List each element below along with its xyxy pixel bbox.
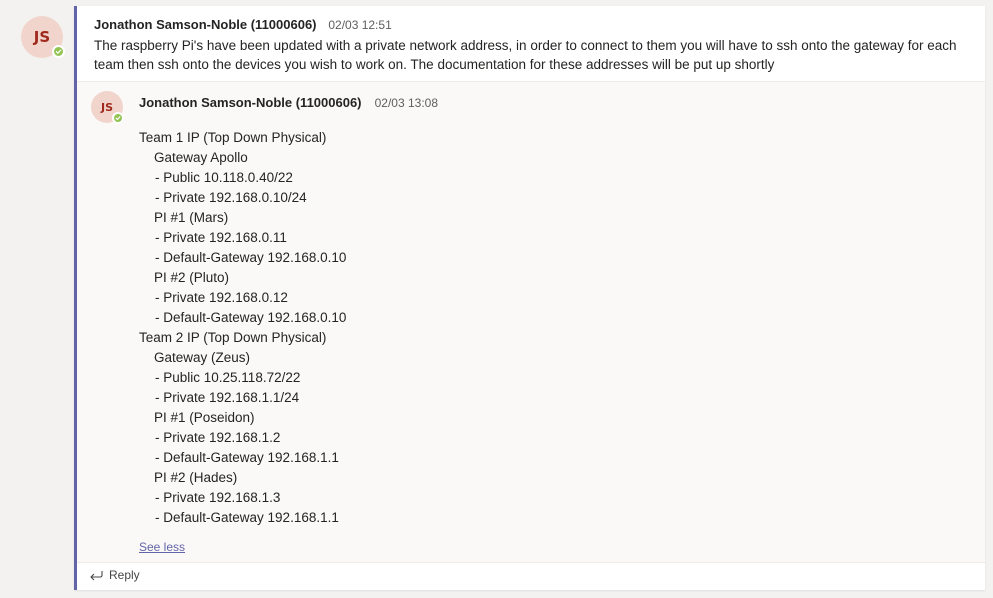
post-body: The raspberry Pi's have been updated wit… [94, 38, 957, 72]
reply-timestamp: 02/03 13:08 [374, 96, 439, 110]
reply-line: Gateway Apollo [154, 150, 248, 165]
reply-line: - Private 192.168.1.1/24 [155, 390, 300, 405]
reply-line: - Private 192.168.0.11 [155, 230, 287, 245]
reply-line: Team 2 IP (Top Down Physical) [139, 330, 327, 345]
reply-line: PI #2 (Pluto) [154, 270, 230, 285]
reply-line: - Private 192.168.0.12 [155, 290, 288, 305]
avatar-initials: JS [100, 100, 113, 114]
reply-line: - Private 192.168.1.3 [155, 490, 281, 505]
reply-author[interactable]: Jonathon Samson-Noble (11000606) [139, 95, 362, 110]
reply-body: Team 1 IP (Top Down Physical) Gateway Ap… [139, 128, 346, 528]
reply-button[interactable]: Reply [89, 568, 140, 582]
teams-channel-view: JS Jonathon Samson-Noble (11000606) 02/0… [0, 0, 993, 598]
post-timestamp: 02/03 12:51 [328, 18, 392, 32]
see-less-link[interactable]: See less [139, 540, 185, 554]
reply-line: Team 1 IP (Top Down Physical) [139, 130, 327, 145]
avatar-initials: JS [33, 28, 51, 46]
reply-bar: Reply [77, 562, 985, 590]
reply-line: PI #1 (Mars) [154, 210, 229, 225]
presence-available-icon [52, 45, 65, 58]
reply-message: Jonathon Samson-Noble (11000606) 02/03 1… [77, 81, 985, 562]
reply-line: PI #1 (Poseidon) [154, 410, 255, 425]
reply-arrow-icon [89, 569, 103, 581]
reply-line: - Public 10.118.0.40/22 [155, 170, 293, 185]
reply-line: - Default-Gateway 192.168.1.1 [155, 450, 339, 465]
reply-line: - Default-Gateway 192.168.1.1 [155, 510, 339, 525]
presence-available-icon [112, 112, 124, 124]
reply-label: Reply [109, 568, 140, 582]
reply-line: - Private 192.168.1.2 [155, 430, 281, 445]
reply-line: PI #2 (Hades) [154, 470, 238, 485]
reply-line: - Default-Gateway 192.168.0.10 [155, 250, 347, 265]
reply-header: Jonathon Samson-Noble (11000606) 02/03 1… [139, 92, 438, 111]
reply-line: - Default-Gateway 192.168.0.10 [155, 310, 347, 325]
reply-line: Gateway (Zeus) [154, 350, 251, 365]
post-author[interactable]: Jonathon Samson-Noble (11000606) [94, 17, 317, 32]
reply-line: - Private 192.168.0.10/24 [155, 190, 307, 205]
reply-line: - Public 10.25.118.72/22 [155, 370, 301, 385]
post-header: Jonathon Samson-Noble (11000606) 02/03 1… [94, 17, 392, 32]
